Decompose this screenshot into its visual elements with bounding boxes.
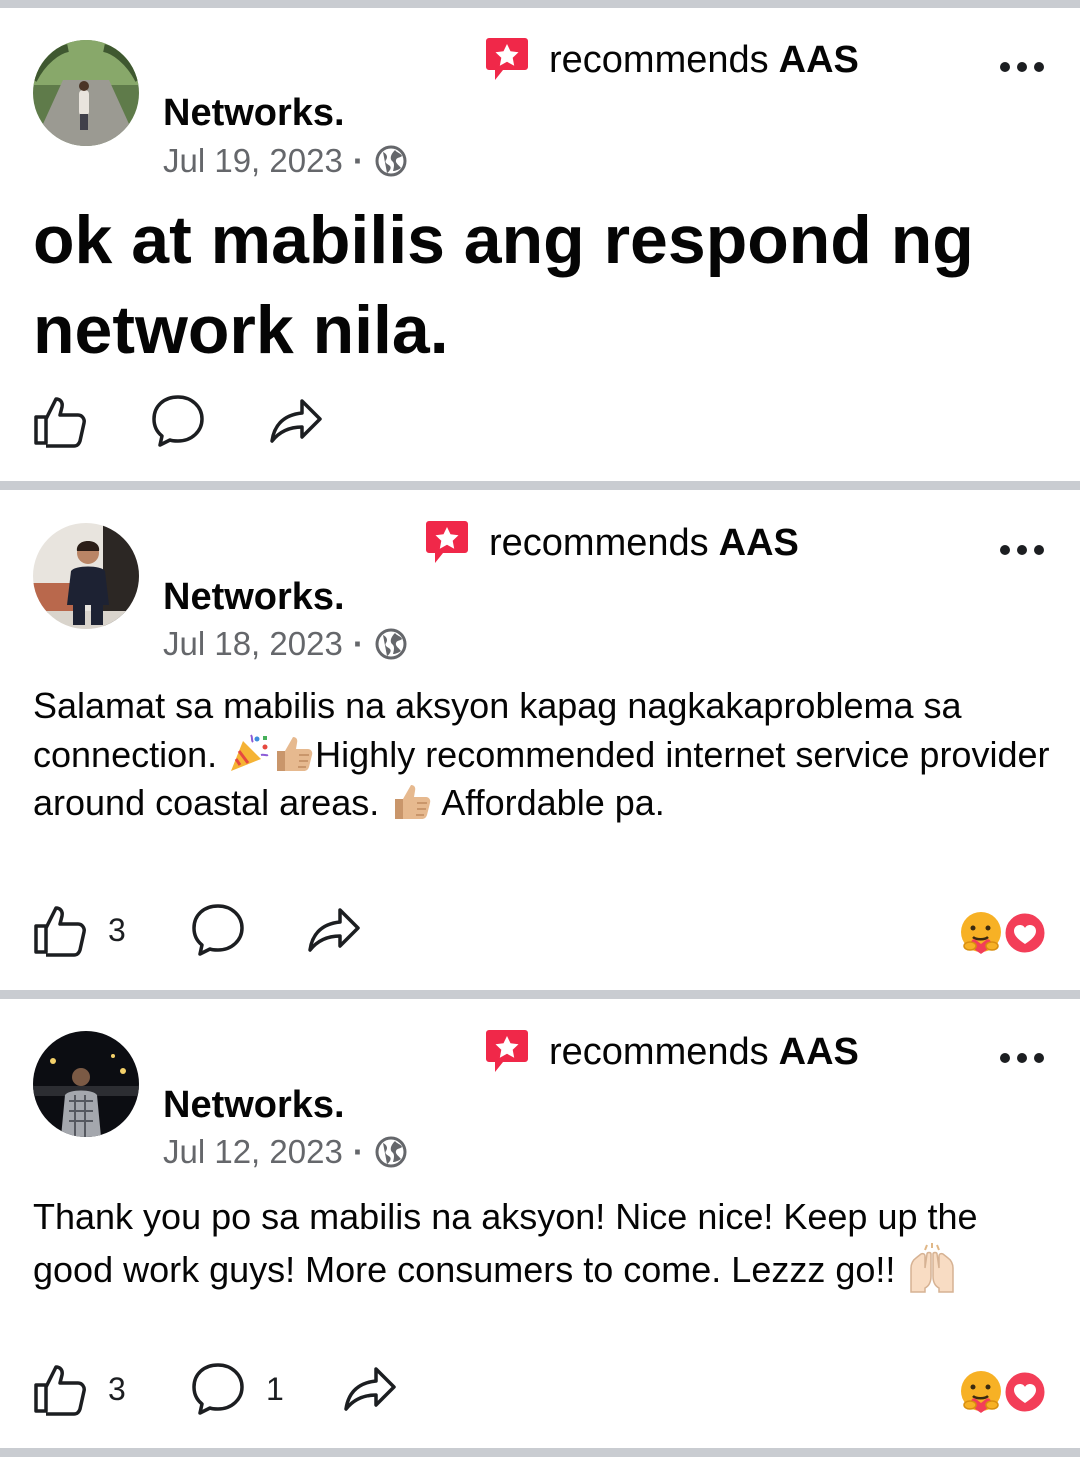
recommend-icon (485, 1028, 529, 1076)
share-button[interactable] (306, 902, 362, 958)
post-text: Salamat sa mabilis na aksyon kapag nagka… (33, 682, 1053, 828)
like-button[interactable]: 3 (32, 902, 126, 958)
comment-icon (150, 393, 206, 449)
reactions-summary[interactable] (958, 910, 1048, 956)
like-count: 3 (108, 911, 126, 948)
more-options-icon[interactable] (1000, 60, 1044, 74)
comment-button[interactable] (190, 902, 246, 958)
page-name-link[interactable]: AAS (779, 1031, 859, 1074)
author-name[interactable]: Networks. (163, 92, 345, 135)
post-meta: Jul 19, 2023 · (163, 142, 408, 180)
divider-bottom (0, 1448, 1080, 1457)
comment-count: 1 (266, 1370, 284, 1407)
avatar[interactable] (33, 1031, 139, 1137)
share-button[interactable] (342, 1361, 398, 1417)
more-options-icon[interactable] (1000, 543, 1044, 557)
post-text: ok at mabilis ang respond ng network nil… (33, 202, 974, 368)
love-reaction-icon (1002, 1369, 1048, 1415)
like-button[interactable]: 3 (32, 1361, 126, 1417)
like-icon (32, 393, 88, 449)
post-meta: Jul 12, 2023 · (163, 1133, 408, 1171)
care-reaction-icon (958, 1369, 1004, 1415)
like-icon (32, 1361, 88, 1417)
thumbs-up-icon (271, 731, 315, 775)
thumbs-up-icon (389, 779, 433, 823)
love-reaction-icon (1002, 910, 1048, 956)
recommends-text: recommends (549, 38, 769, 81)
raising-hands-icon (905, 1242, 959, 1296)
post-text: Thank you po sa mabilis na aksyon! Nice … (33, 1191, 1053, 1296)
avatar[interactable] (33, 523, 139, 629)
post-text-part: Affordable pa. (441, 782, 665, 823)
post-date[interactable]: Jul 19, 2023 (163, 142, 343, 180)
page-name-link[interactable]: AAS (779, 39, 859, 82)
divider (0, 481, 1080, 490)
globe-icon (374, 627, 408, 661)
recommends-text: recommends (489, 521, 709, 564)
post-card: recommends AAS Networks. Jul 18, 2023 · … (0, 490, 1080, 990)
page-name-link[interactable]: AAS (719, 522, 799, 565)
like-button[interactable] (32, 393, 88, 449)
recommendation-line: recommends AAS (485, 1027, 859, 1077)
post-card: recommends AAS Networks. Jul 12, 2023 · … (0, 999, 1080, 1448)
share-button[interactable] (268, 393, 324, 449)
author-name[interactable]: Networks. (163, 1084, 345, 1127)
like-icon (32, 902, 88, 958)
comment-icon (190, 902, 246, 958)
recommends-text: recommends (549, 1030, 769, 1073)
globe-icon (374, 1135, 408, 1169)
recommendation-line: recommends AAS (485, 35, 859, 85)
share-icon (306, 902, 362, 958)
post-text-part: Thank you po sa mabilis na aksyon! Nice … (33, 1196, 978, 1290)
share-icon (342, 1361, 398, 1417)
post-date[interactable]: Jul 12, 2023 (163, 1133, 343, 1171)
comment-button[interactable]: 1 (190, 1361, 284, 1417)
divider-top (0, 0, 1080, 8)
author-name[interactable]: Networks. (163, 576, 345, 619)
comment-button[interactable] (150, 393, 206, 449)
post-meta: Jul 18, 2023 · (163, 625, 408, 663)
divider (0, 990, 1080, 999)
post-card: recommends AAS Networks. Jul 19, 2023 · … (0, 8, 1080, 481)
reactions-summary[interactable] (958, 1369, 1048, 1415)
comment-icon (190, 1361, 246, 1417)
recommendation-line: recommends AAS (425, 518, 799, 568)
party-popper-icon (227, 731, 271, 775)
care-reaction-icon (958, 910, 1004, 956)
share-icon (268, 393, 324, 449)
post-date[interactable]: Jul 18, 2023 (163, 625, 343, 663)
recommend-icon (425, 519, 469, 567)
more-options-icon[interactable] (1000, 1051, 1044, 1065)
recommend-icon (485, 36, 529, 84)
avatar[interactable] (33, 40, 139, 146)
globe-icon (374, 144, 408, 178)
like-count: 3 (108, 1370, 126, 1407)
